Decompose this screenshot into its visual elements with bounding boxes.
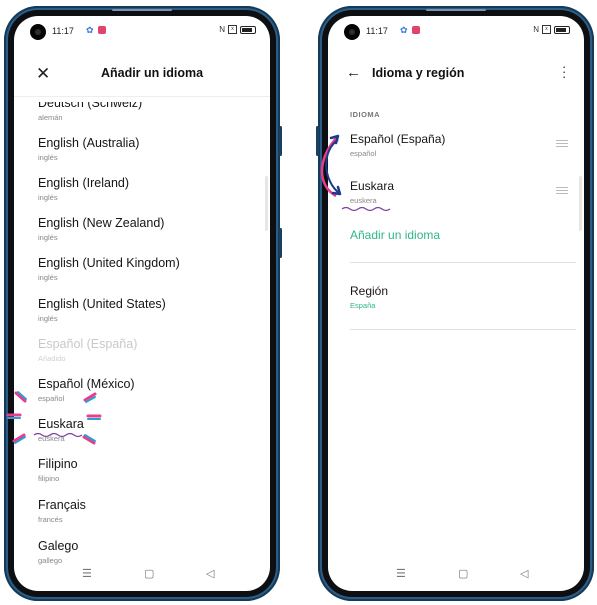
- right-screen: 11:17 ✿ N x ← Idioma y región · · · IDIOMA…: [328, 16, 584, 591]
- language-name: Euskara: [350, 179, 395, 193]
- language-item-francais[interactable]: Français francés: [38, 498, 248, 524]
- language-name: Galego: [38, 539, 79, 553]
- preferred-language-espanol[interactable]: Español (España) español: [350, 132, 550, 158]
- language-name: Euskara: [38, 417, 84, 431]
- language-subtitle: euskera: [350, 196, 377, 205]
- language-item-english-us[interactable]: English (United States) inglés: [38, 297, 248, 323]
- home-icon[interactable]: ▢: [144, 567, 154, 580]
- language-item-espanol-espana: Español (España) Añadido: [38, 337, 248, 363]
- section-label: IDIOMA: [350, 110, 381, 119]
- status-time: 11:17: [52, 26, 74, 36]
- language-name: English (Ireland): [38, 176, 130, 190]
- drag-handle-icon[interactable]: [556, 140, 568, 149]
- left-phone: 11:17 ✿ N x ✕ Añadir un idioma Deutsch (…: [4, 6, 282, 601]
- battery-icon: [554, 25, 570, 34]
- divider: [350, 329, 576, 330]
- language-name: Español (España): [38, 337, 138, 351]
- language-item-euskara[interactable]: Euskara euskera: [38, 417, 248, 443]
- language-subtitle: español: [350, 149, 377, 158]
- battery-icon: [240, 25, 256, 34]
- language-subtitle: alemán: [38, 113, 63, 122]
- language-item-espanol-mexico[interactable]: Español (México) español: [38, 377, 248, 403]
- status-time: 11:17: [366, 26, 388, 36]
- language-name: Deutsch (Schweiz): [38, 102, 143, 110]
- navigation-bar: ☰ ▢ ◁: [328, 559, 584, 591]
- language-name: Filipino: [38, 457, 78, 471]
- language-name: English (United Kingdom): [38, 256, 180, 270]
- page-title: Idioma y región: [372, 66, 465, 80]
- language-name: English (Australia): [38, 136, 140, 150]
- language-subtitle: euskera: [38, 434, 65, 443]
- side-button: [316, 126, 319, 156]
- language-item-deutsch-schweiz[interactable]: Deutsch (Schweiz) alemán: [38, 102, 248, 122]
- nfc-icon: N: [533, 25, 539, 34]
- top-notch: [426, 9, 486, 11]
- language-item-english-ireland[interactable]: English (Ireland) inglés: [38, 176, 248, 202]
- add-language-button[interactable]: Añadir un idioma: [350, 228, 440, 242]
- header: ✕ Añadir un idioma: [14, 60, 270, 88]
- top-notch: [112, 9, 172, 11]
- drag-handle-icon[interactable]: [556, 187, 568, 196]
- language-subtitle: inglés: [38, 153, 58, 162]
- side-button: [279, 228, 282, 258]
- page-title: Añadir un idioma: [100, 66, 204, 80]
- gear-icon: ✿: [86, 25, 94, 35]
- language-item-english-uk[interactable]: English (United Kingdom) inglés: [38, 256, 248, 282]
- side-button: [279, 126, 282, 156]
- left-screen: 11:17 ✿ N x ✕ Añadir un idioma Deutsch (…: [14, 16, 270, 591]
- camera-icon: [30, 24, 46, 40]
- back-arrow-icon[interactable]: ←: [346, 64, 361, 81]
- region-title[interactable]: Región: [350, 284, 388, 298]
- home-icon[interactable]: ▢: [458, 567, 468, 580]
- language-name: Français: [38, 498, 86, 512]
- language-subtitle: español: [38, 394, 65, 403]
- header-divider: [14, 96, 270, 97]
- language-name: English (United States): [38, 297, 166, 311]
- language-name: English (New Zealand): [38, 216, 165, 230]
- language-item-english-australia[interactable]: English (Australia) inglés: [38, 136, 248, 162]
- vibrate-icon: x: [542, 25, 551, 34]
- language-item-english-new-zealand[interactable]: English (New Zealand) inglés: [38, 216, 248, 242]
- nfc-icon: N: [219, 25, 225, 34]
- preferred-language-euskara[interactable]: Euskara euskera: [350, 179, 550, 205]
- notification-icon: [98, 26, 106, 34]
- status-icons: N x: [533, 25, 570, 34]
- camera-icon: [344, 24, 360, 40]
- divider: [350, 262, 576, 263]
- status-bar: 11:17 ✿ N x: [328, 16, 584, 46]
- language-name: Español (México): [38, 377, 135, 391]
- language-subtitle: inglés: [38, 273, 58, 282]
- notification-icon: [412, 26, 420, 34]
- language-subtitle: inglés: [38, 193, 58, 202]
- language-name: Español (España): [350, 132, 446, 146]
- status-icons: N x: [219, 25, 256, 34]
- menu-icon[interactable]: ☰: [82, 567, 92, 580]
- region-value: España: [350, 301, 376, 310]
- back-icon[interactable]: ◁: [206, 567, 214, 580]
- language-subtitle: francés: [38, 515, 63, 524]
- right-phone: 11:17 ✿ N x ← Idioma y región · · · IDIOMA…: [316, 6, 594, 601]
- vibrate-icon: x: [228, 25, 237, 34]
- language-subtitle: Añadido: [38, 354, 66, 363]
- language-subtitle: filipino: [38, 474, 60, 483]
- language-subtitle: inglés: [38, 314, 58, 323]
- language-list[interactable]: Deutsch (Schweiz) alemán English (Austra…: [14, 102, 270, 566]
- language-subtitle: inglés: [38, 233, 58, 242]
- back-icon[interactable]: ◁: [520, 567, 528, 580]
- header: ← Idioma y región · · ·: [328, 60, 584, 88]
- navigation-bar: ☰ ▢ ◁: [14, 559, 270, 591]
- language-item-filipino[interactable]: Filipino filipino: [38, 457, 248, 483]
- gear-icon: ✿: [400, 25, 408, 35]
- more-options-icon[interactable]: · · ·: [562, 60, 566, 83]
- menu-icon[interactable]: ☰: [396, 567, 406, 580]
- scrollbar[interactable]: [579, 176, 582, 231]
- status-bar: 11:17 ✿ N x: [14, 16, 270, 46]
- scrollbar[interactable]: [265, 176, 268, 231]
